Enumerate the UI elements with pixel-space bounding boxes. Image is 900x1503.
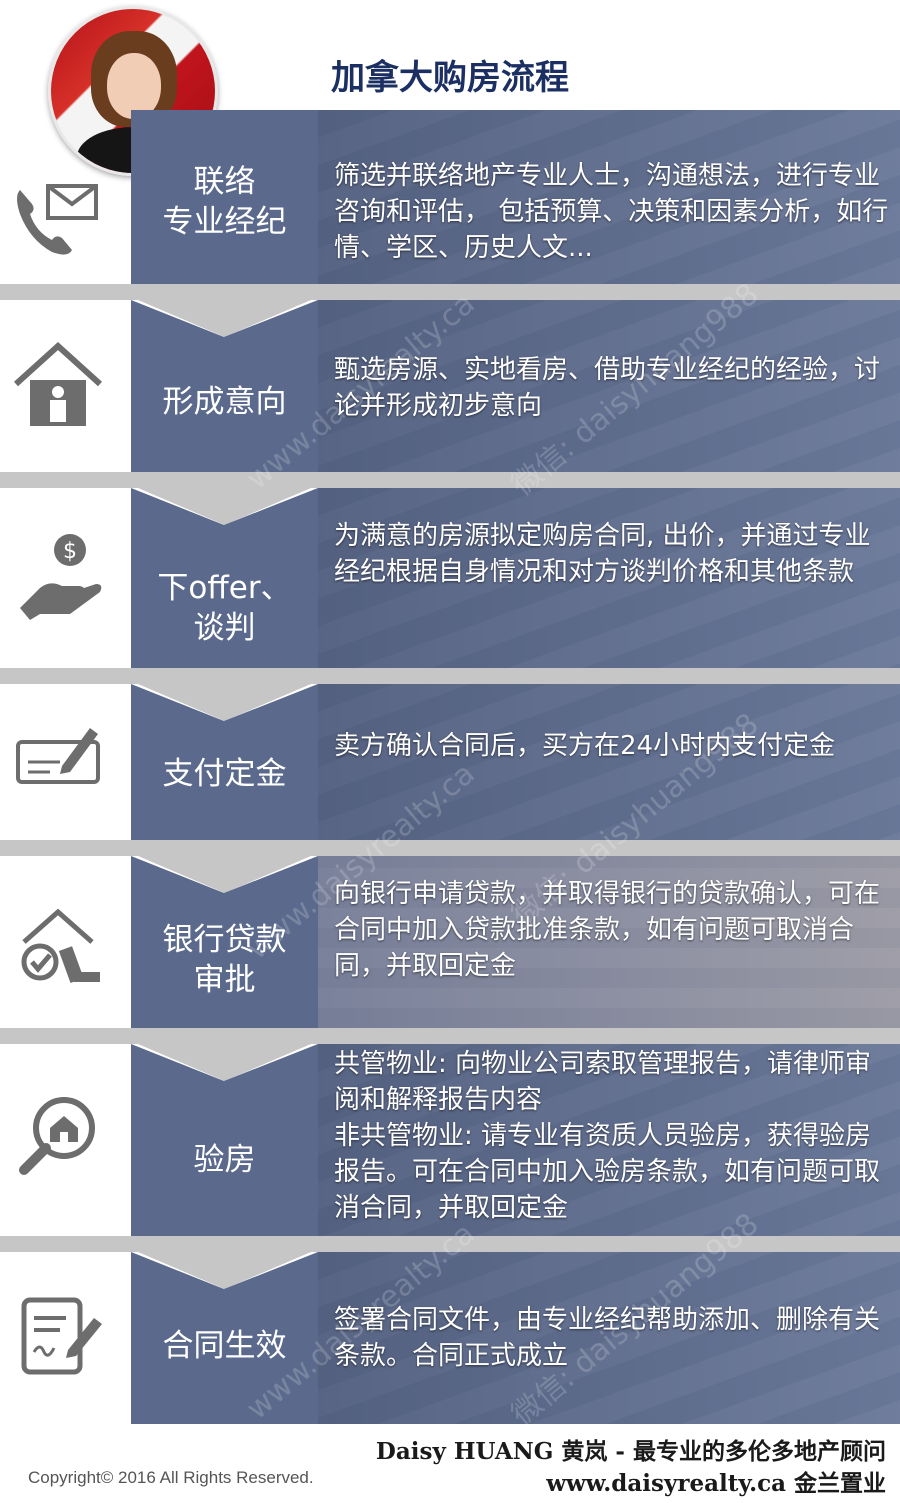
step-description: 甄选房源、实地看房、借助专业经纪的经验，讨论并形成初步意向 xyxy=(334,355,881,421)
page-title: 加拿大购房流程 xyxy=(331,58,569,98)
step-form-intent: 形成意向 甄选房源、实地看房、借助专业经纪的经验，讨论并形成初步意向 xyxy=(0,300,900,472)
footer-tagline: Daisy HUANG 黄岚 - 最专业的多伦多地产顾问 xyxy=(375,1438,886,1465)
house-approved-icon xyxy=(10,900,106,996)
svg-text:$: $ xyxy=(63,539,77,564)
step-label: 联络 专业经纪 xyxy=(162,164,287,240)
step-contract-effective: 合同生效 签署合同文件，由专业经纪帮助添加、删除有关条款。合同正式成立 xyxy=(0,1252,900,1424)
step-label: 验房 xyxy=(193,1142,256,1178)
check-pen-icon xyxy=(10,710,106,806)
copyright-notice: Copyright© 2016 All Rights Reserved. xyxy=(28,1468,314,1487)
step-pay-deposit: 支付定金 卖方确认合同后，买方在24小时内支付定金 xyxy=(0,684,900,840)
step-label: 合同生效 xyxy=(162,1328,287,1364)
step-label: 支付定金 xyxy=(162,756,287,792)
step-label: 形成意向 xyxy=(162,384,287,420)
step-inspection: 验房 共管物业: 向物业公司索取管理报告，请律师审阅和解释报告内容 非共管物业: … xyxy=(0,1044,900,1236)
footer-website: www.daisyrealty.ca 金兰置业 xyxy=(546,1470,886,1497)
step-description: 筛选并联络地产专业人士，沟通想法，进行专业咨询和评估， 包括预算、决策和因素分析… xyxy=(334,161,889,263)
phone-envelope-icon xyxy=(10,172,106,268)
step-offer-negotiate: $ 下offer、 谈判 为满意的房源拟定购房合同, 出价，并通过专业经纪根据自身… xyxy=(0,488,900,668)
step-contact-agent: 联络 专业经纪 筛选并联络地产专业人士，沟通想法，进行专业咨询和评估， 包括预算、… xyxy=(0,110,900,284)
contract-sign-icon xyxy=(10,1288,106,1384)
hand-money-icon: $ xyxy=(10,528,106,624)
magnifier-house-icon xyxy=(10,1088,106,1184)
step-label: 下offer、 谈判 xyxy=(157,570,292,646)
step-description: 为满意的房源拟定购房合同, 出价，并通过专业经纪根据自身情况和对方谈判价格和其他… xyxy=(334,521,871,587)
step-description: 向银行申请贷款，并取得银行的贷款确认，可在合同中加入贷款批准条款，如有问题可取消… xyxy=(334,879,881,981)
step-description: 签署合同文件，由专业经纪帮助添加、删除有关条款。合同正式成立 xyxy=(334,1305,881,1371)
step-description: 卖方确认合同后，买方在24小时内支付定金 xyxy=(334,731,836,761)
step-mortgage-approval: 银行贷款 审批 向银行申请贷款，并取得银行的贷款确认，可在合同中加入贷款批准条款，… xyxy=(0,856,900,1028)
step-description: 共管物业: 向物业公司索取管理报告，请律师审阅和解释报告内容 非共管物业: 请专业… xyxy=(334,1049,881,1223)
step-label: 银行贷款 审批 xyxy=(162,922,287,998)
house-person-icon xyxy=(10,336,106,432)
